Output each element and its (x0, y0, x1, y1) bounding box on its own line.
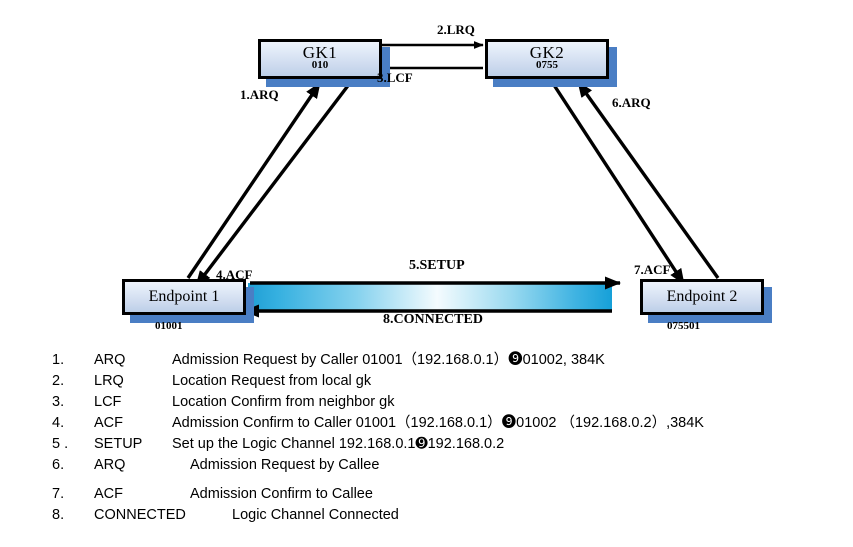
node-gk2[interactable]: GK2 0755 (485, 39, 617, 87)
gk1-subtitle: 010 (311, 59, 329, 71)
edge-arq6-line (576, 81, 720, 279)
legend-row-number: 6. (52, 457, 65, 473)
legend-row-code: LCF (94, 394, 122, 410)
legend-row: 6. ARQ Admission Request by Callee (52, 455, 842, 476)
endpoint-2-caption: 075501 (667, 320, 700, 332)
node-gk1[interactable]: GK1 010 (258, 39, 390, 87)
legend-row-number: 7. (52, 486, 65, 502)
edge-label-lrq2: 2.LRQ (437, 22, 475, 37)
gk2-subtitle: 0755 (536, 59, 558, 71)
endpoint-2-face: Endpoint 2 (640, 279, 764, 315)
edge-label-setup5: 5.SETUP (409, 258, 465, 273)
gk1-face: GK1 010 (258, 39, 382, 79)
legend-row-code: ARQ (94, 352, 126, 368)
gk2-face: GK2 0755 (485, 39, 609, 79)
edge-label-acf7: 7.ACF (634, 262, 671, 277)
legend-row-description: Admission Confirm to Callee (190, 486, 373, 502)
node-endpoint-2[interactable]: Endpoint 2 (640, 279, 772, 323)
legend-row-code: CONNECTED (94, 507, 186, 523)
edge-acf4-line (194, 81, 352, 288)
legend-row: 4. ACF Admission Confirm to Caller 01001（1… (52, 413, 842, 434)
legend-row-description: Location Confirm from neighbor gk (172, 394, 395, 410)
edge-label-lcf3: 3.LCF (377, 70, 413, 85)
node-endpoint-1[interactable]: Endpoint 1 (122, 279, 254, 323)
legend-row-number: 2. (52, 373, 65, 389)
legend-row-number: 4. (52, 415, 65, 431)
edge-label-arq1: 1.ARQ (240, 87, 279, 102)
legend-row-number: 8. (52, 507, 65, 523)
edge-arq1-line (186, 82, 322, 279)
legend-row-code: ACF (94, 415, 123, 431)
edge-label-arq6: 6.ARQ (612, 95, 651, 110)
legend-row: 7. ACF Admission Confirm to Callee (52, 484, 842, 505)
edge-label-acf4: 4.ACF (216, 267, 253, 282)
legend-row: 5 . SETUP Set up the Logic Channel 192.168… (52, 434, 842, 455)
legend-row-code: ACF (94, 486, 123, 502)
edge-label-connected8: 8.CONNECTED (383, 312, 483, 327)
legend-row-code: ARQ (94, 457, 126, 473)
endpoint-2-title: Endpoint 2 (666, 288, 738, 305)
legend-row-description: Admission Confirm to Caller 01001（192.16… (172, 415, 704, 431)
legend-row: 1. ARQ Admission Request by Caller 01001（1… (52, 350, 842, 371)
legend-row-description: Set up the Logic Channel 192.168.0.1➒192… (172, 436, 505, 452)
legend-row-description: Logic Channel Connected (232, 507, 399, 523)
legend-row-number: 5 . (52, 436, 69, 452)
legend-row: 8. CONNECTED Logic Channel Connected (52, 505, 842, 526)
legend-row: 2. LRQ Location Request from local gk (52, 371, 842, 392)
legend-row-description: Location Request from local gk (172, 373, 372, 389)
legend-row-description: Admission Request by Callee (190, 457, 380, 473)
legend-row-code: SETUP (94, 436, 143, 452)
legend-row: 3. LCF Location Confirm from neighbor gk (52, 392, 842, 413)
endpoint-1-caption: 01001 (155, 320, 183, 332)
legend-row-code: LRQ (94, 373, 124, 389)
endpoint-1-title: Endpoint 1 (148, 288, 220, 305)
endpoint-1-face: Endpoint 1 (122, 279, 246, 315)
legend-row-description: Admission Request by Caller 01001（192.16… (172, 352, 605, 368)
media-channel-band (248, 283, 612, 311)
legend-row-number: 3. (52, 394, 65, 410)
edge-acf7-line (550, 81, 686, 285)
legend-list: 1. ARQ Admission Request by Caller 01001（1… (52, 350, 842, 526)
legend-row-number: 1. (52, 352, 65, 368)
